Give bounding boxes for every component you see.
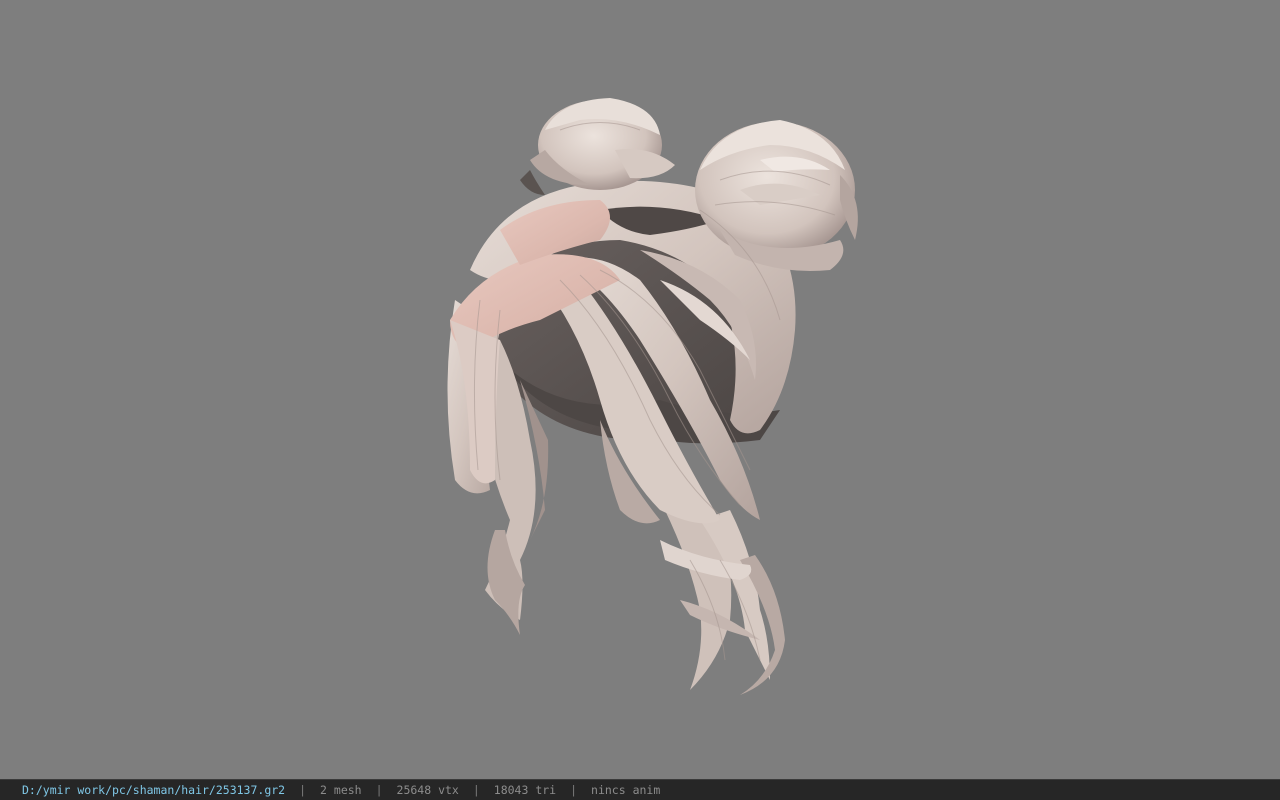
status-separator: | [472,783,480,797]
left-bun [520,98,675,195]
file-path: D:/ymir work/pc/shaman/hair/253137.gr2 [22,783,286,797]
status-separator: | [299,783,307,797]
animation-status: nincs anim [591,783,661,797]
hair-model-render[interactable] [0,0,1280,779]
vertex-count: 25648 vtx [396,783,459,797]
3d-viewport[interactable] [0,0,1280,779]
status-bar: D:/ymir work/pc/shaman/hair/253137.gr2 |… [0,779,1280,800]
mesh-count: 2 mesh [320,783,362,797]
status-separator: | [570,783,578,797]
status-separator: | [375,783,383,797]
right-hanging-strands [660,500,785,695]
triangle-count: 18043 tri [493,783,557,797]
